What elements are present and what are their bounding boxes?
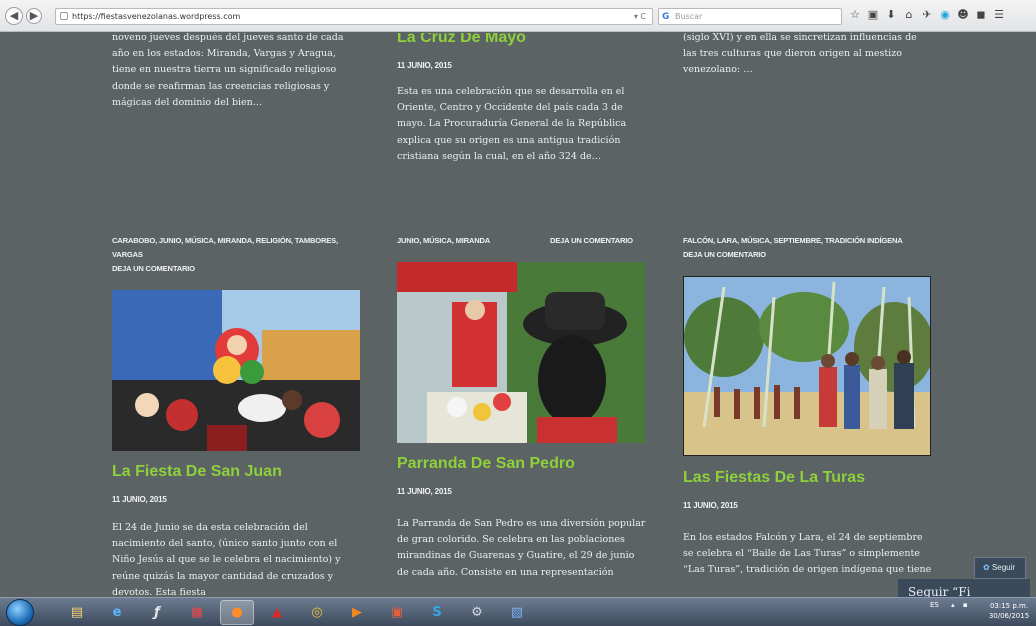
comment-link[interactable]: DEJA UN COMENTARIO [550, 234, 633, 248]
post-categories[interactable]: CARABOBO, JUNIO, MÚSICA, MIRANDA, RELIGI… [112, 234, 362, 262]
post-san-juan: CARABOBO, JUNIO, MÚSICA, MIRANDA, RELIGI… [112, 234, 362, 276]
post-excerpt: noveno jueves después del jueves santo d… [112, 33, 344, 108]
skype-icon[interactable]: ◉ [938, 7, 952, 23]
chrome-icon[interactable]: ◎ [300, 600, 334, 625]
search-input[interactable]: G Buscar [658, 8, 842, 25]
clock[interactable]: 03:15 p.m. 30/06/2015 [986, 601, 1032, 621]
post-las-turas: FALCÓN, LARA, MÚSICA, SEPTIEMBRE, TRADIC… [683, 234, 933, 262]
post-image-las-turas[interactable] [683, 276, 931, 456]
formula-app-icon[interactable]: ƒ [140, 600, 174, 625]
clipboard-icon[interactable]: ▣ [866, 7, 880, 23]
clock-time: 03:15 p.m. [989, 602, 1029, 610]
system-tray: ES ▴ ▪ [930, 601, 968, 609]
send-icon[interactable]: ✈ [920, 7, 934, 23]
post-excerpt: (siglo XVI) y en ella se sincretizan inf… [683, 33, 917, 76]
post-categories[interactable]: FALCÓN, LARA, MÚSICA, SEPTIEMBRE, TRADIC… [683, 234, 933, 248]
post-las-turas-body: Las Fiestas De La Turas 11 JUNIO, 2015 E… [683, 469, 933, 579]
post-san-juan-body: La Fiesta De San Juan 11 JUNIO, 2015 El … [112, 463, 362, 595]
post-title[interactable]: La Fiesta De San Juan [112, 463, 362, 481]
post-image-san-pedro[interactable] [397, 262, 645, 443]
url-text: https://fiestasvenezolanas.wordpress.com [72, 12, 241, 21]
follow-button[interactable]: ✿ Seguir [974, 557, 1026, 579]
download-icon[interactable]: ⬇ [884, 7, 898, 23]
post-date[interactable]: 11 JUNIO, 2015 [397, 61, 647, 70]
post-categories[interactable]: JUNIO, MÚSICA, MIRANDA [397, 234, 490, 248]
browser-toolbar: ◀ ▶ https://fiestasvenezolanas.wordpress… [0, 0, 1036, 32]
search-placeholder: Buscar [675, 12, 703, 21]
comment-link[interactable]: DEJA UN COMENTARIO [112, 262, 362, 276]
menu-icon[interactable]: ☰ [992, 7, 1006, 23]
blog-page: noveno jueves después del jueves santo d… [0, 33, 1036, 595]
address-bar[interactable]: https://fiestasvenezolanas.wordpress.com… [55, 8, 653, 25]
post-excerpt-column-1: noveno jueves después del jueves santo d… [112, 33, 362, 111]
powerpoint-icon[interactable]: ▣ [380, 600, 414, 625]
follow-panel[interactable]: Seguir “Fi [898, 579, 1030, 599]
follow-icon: ✿ [983, 563, 990, 572]
post-excerpt-column-3: (siglo XVI) y en ella se sincretizan inf… [683, 33, 933, 79]
taskbar: ▤ e ƒ ▦ ● ▲ ◎ ▶ ▣ S ⚙ ▧ ES ▴ ▪ 03:15 p.m… [0, 597, 1036, 626]
pocket-icon[interactable]: ◼ [974, 7, 988, 23]
pdf-reader-icon[interactable]: ▲ [260, 600, 294, 625]
lock-icon [60, 12, 68, 20]
calendar-app-icon[interactable]: ▦ [180, 600, 214, 625]
post-excerpt: El 24 de Junio se da esta celebración de… [112, 522, 341, 595]
post-date[interactable]: 11 JUNIO, 2015 [112, 495, 362, 504]
post-date[interactable]: 11 JUNIO, 2015 [683, 501, 933, 510]
tray-arrow-icon[interactable]: ▴ [951, 601, 955, 609]
forward-icon[interactable]: ▶ [26, 8, 42, 24]
settings-app-icon[interactable]: ⚙ [460, 600, 494, 625]
post-san-pedro-body: Parranda De San Pedro 11 JUNIO, 2015 La … [397, 455, 647, 581]
clock-date: 30/06/2015 [988, 612, 1030, 620]
browser-tools: ☆ ▣ ⬇ ⌂ ✈ ◉ ☻ ◼ ☰ [848, 7, 1006, 23]
reload-icon[interactable]: ▾ C [634, 9, 646, 24]
post-image-san-juan[interactable] [112, 290, 360, 451]
back-icon[interactable]: ◀ [5, 7, 23, 25]
file-explorer-icon[interactable]: ▤ [60, 600, 94, 625]
search-engine-icon: G [662, 12, 670, 22]
bookmark-star-icon[interactable]: ☆ [848, 7, 862, 23]
post-san-pedro: JUNIO, MÚSICA, MIRANDA DEJA UN COMENTARI… [397, 234, 647, 248]
post-column-2: La Cruz De Mayo 11 JUNIO, 2015 Esta es u… [397, 33, 647, 165]
internet-explorer-icon[interactable]: e [100, 600, 134, 625]
start-button[interactable] [6, 599, 34, 626]
chat-icon[interactable]: ☻ [956, 7, 970, 23]
firefox-icon[interactable]: ● [220, 600, 254, 625]
post-title[interactable]: Parranda De San Pedro [397, 455, 647, 473]
post-title[interactable]: La Cruz De Mayo [397, 33, 647, 47]
post-date[interactable]: 11 JUNIO, 2015 [397, 487, 647, 496]
post-title[interactable]: Las Fiestas De La Turas [683, 469, 933, 487]
notes-app-icon[interactable]: ▧ [500, 600, 534, 625]
language-indicator[interactable]: ES [930, 601, 939, 609]
media-player-icon[interactable]: ▶ [340, 600, 374, 625]
post-excerpt: Esta es una celebración que se desarroll… [397, 86, 627, 162]
comment-link[interactable]: DEJA UN COMENTARIO [683, 248, 933, 262]
post-excerpt: En los estados Falcón y Lara, el 24 de s… [683, 532, 932, 576]
network-icon[interactable]: ▪ [963, 601, 968, 609]
follow-label: Seguir [991, 563, 1016, 572]
post-excerpt: La Parranda de San Pedro es una diversió… [397, 518, 646, 578]
skype-taskbar-icon[interactable]: S [420, 600, 454, 625]
home-icon[interactable]: ⌂ [902, 7, 916, 23]
